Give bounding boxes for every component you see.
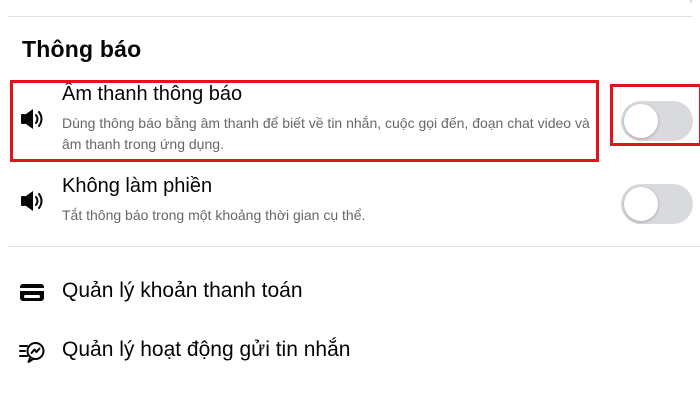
- top-edge-divider: [690, 0, 700, 3]
- menu-item-manage-messaging[interactable]: Quản lý hoạt động gửi tin nhắn: [0, 333, 700, 369]
- menu-item-manage-payments[interactable]: Quản lý khoản thanh toán: [0, 274, 700, 310]
- section-title: Thông báo: [22, 36, 142, 62]
- settings-panel: Thông báo Âm thanh thông báo Dùng thông …: [0, 0, 700, 394]
- section-divider: [8, 246, 700, 247]
- menu-item-label: Quản lý khoản thanh toán: [62, 279, 303, 302]
- setting-title: Không làm phiền: [62, 175, 213, 197]
- setting-do-not-disturb: Không làm phiền Tắt thông báo trong một …: [0, 170, 700, 236]
- credit-card-icon: [18, 278, 46, 306]
- menu-item-label: Quản lý hoạt động gửi tin nhắn: [62, 338, 351, 361]
- setting-description: Tắt thông báo trong một khoảng thời gian…: [62, 207, 366, 223]
- speaker-icon: [18, 187, 46, 215]
- highlight-setting-box: [10, 80, 599, 162]
- top-divider: [8, 16, 692, 17]
- toggle-knob: [624, 187, 658, 221]
- highlight-toggle-box: [610, 84, 700, 146]
- do-not-disturb-toggle[interactable]: [621, 184, 693, 224]
- message-activity-icon: [18, 337, 46, 365]
